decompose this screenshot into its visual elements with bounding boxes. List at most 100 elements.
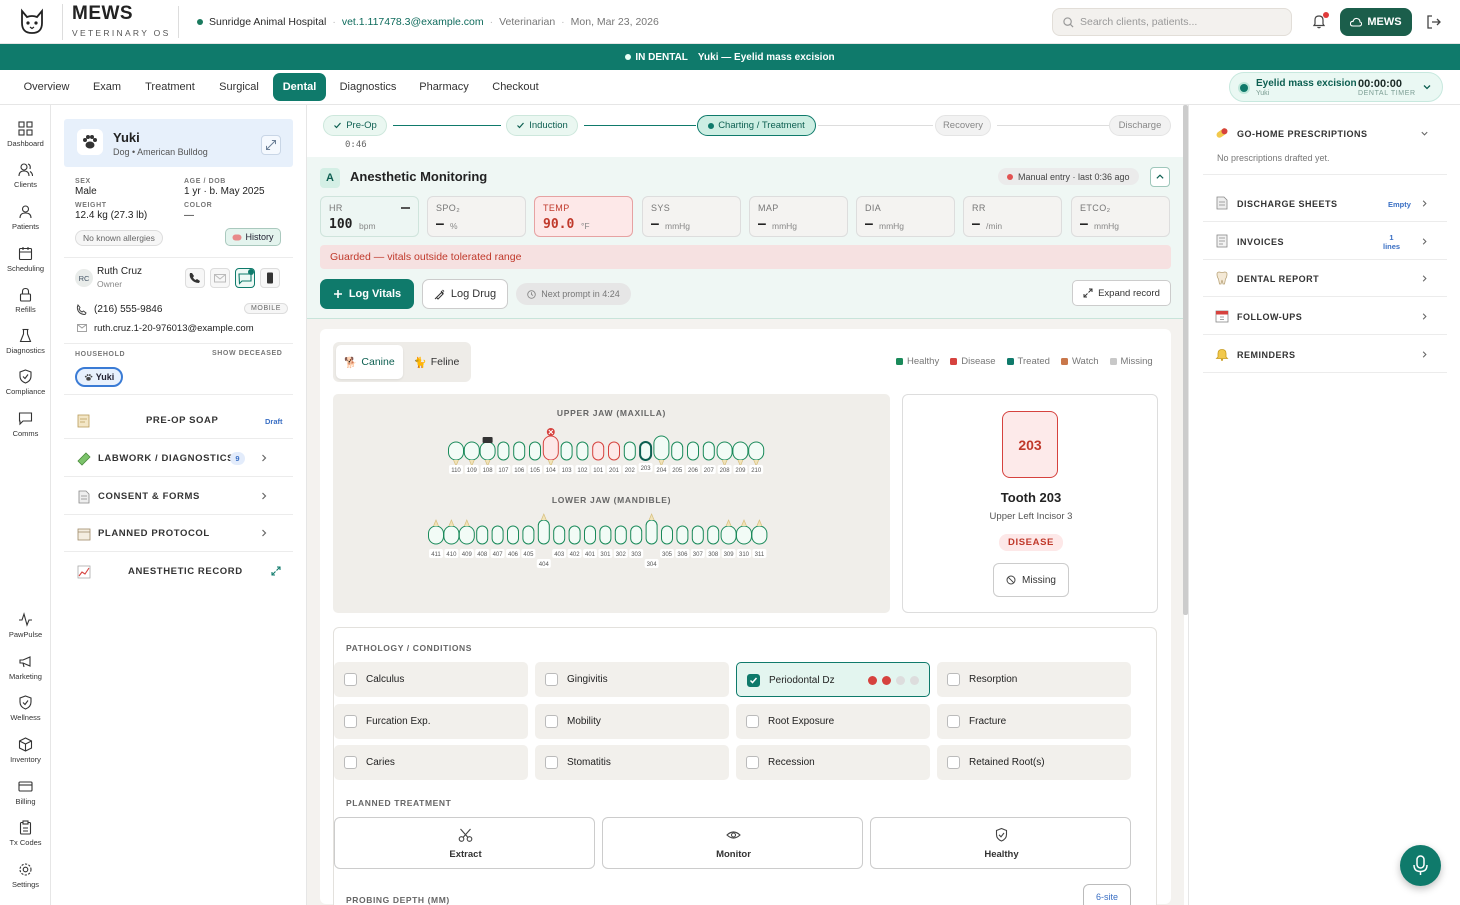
history-button[interactable]: History xyxy=(225,228,281,246)
vital-temp[interactable]: TEMP 90.0 °F xyxy=(534,196,633,237)
step-discharge[interactable]: Discharge xyxy=(1109,115,1171,136)
tooth-109[interactable]: 109 xyxy=(463,441,480,474)
vital-rr[interactable]: RR — /min xyxy=(963,196,1062,237)
section-consent[interactable]: CONSENT & FORMS xyxy=(64,478,293,515)
tooth-407[interactable]: 407 xyxy=(490,525,505,558)
tooth-102[interactable]: 102 xyxy=(575,441,590,474)
nav-wellness[interactable]: Wellness xyxy=(0,695,51,722)
pathology-option[interactable]: Stomatitis xyxy=(535,745,729,780)
tooth-107[interactable]: 107 xyxy=(496,441,511,474)
tooth-411[interactable]: 411 xyxy=(428,519,444,558)
tooth-crown[interactable] xyxy=(676,525,689,545)
tooth-404[interactable]: 404 xyxy=(536,513,551,568)
tooth-108[interactable]: 108 xyxy=(479,437,496,474)
treatment-monitor[interactable]: Monitor xyxy=(602,817,863,869)
nav-clients[interactable]: Clients xyxy=(0,162,51,189)
nav-refills[interactable]: Refills xyxy=(0,287,51,314)
hospital-name[interactable]: Sunridge Animal Hospital xyxy=(209,16,326,28)
tooth-crown[interactable] xyxy=(584,525,596,545)
tooth-crown[interactable] xyxy=(479,441,496,461)
section-planned-protocol[interactable]: PLANNED PROTOCOL xyxy=(64,515,293,552)
tooth-crown[interactable] xyxy=(428,525,444,545)
tooth-crown[interactable] xyxy=(630,525,643,545)
tooth-crown[interactable] xyxy=(623,441,636,461)
severity-dot[interactable] xyxy=(882,676,891,685)
tooth-crown[interactable] xyxy=(576,441,589,461)
step-induction[interactable]: Induction xyxy=(506,115,578,136)
cat-logo-icon[interactable] xyxy=(18,8,46,36)
logout-icon[interactable] xyxy=(1426,14,1442,30)
tab-checkout[interactable]: Checkout xyxy=(484,73,547,101)
log-drug-button[interactable]: Log Drug xyxy=(422,279,508,309)
pathology-option[interactable]: Periodontal Dz xyxy=(736,662,930,697)
checkbox[interactable] xyxy=(344,756,357,769)
nav-tx-codes[interactable]: Tx Codes xyxy=(0,820,51,847)
tooth-105[interactable]: 105 xyxy=(528,441,542,474)
tooth-crown[interactable] xyxy=(653,435,670,461)
treatment-healthy[interactable]: Healthy xyxy=(870,817,1131,869)
checkbox[interactable] xyxy=(344,715,357,728)
voice-input-button[interactable] xyxy=(1400,845,1441,886)
tooth-403[interactable]: 403 xyxy=(552,525,567,558)
pathology-option[interactable]: Mobility xyxy=(535,704,729,739)
checkbox[interactable] xyxy=(545,756,558,769)
owner-email[interactable]: ruth.cruz.1-20-976013@example.com xyxy=(94,323,254,334)
treatment-extract[interactable]: Extract xyxy=(334,817,595,869)
tooth-crown[interactable] xyxy=(443,525,460,545)
section-reminders[interactable]: REMINDERS xyxy=(1203,336,1447,373)
severity-dot[interactable] xyxy=(896,676,905,685)
pathology-option[interactable]: Recession xyxy=(736,745,930,780)
pathology-option[interactable]: Resorption xyxy=(937,662,1131,697)
section-discharge-sheets[interactable]: DISCHARGE SHEETS Empty xyxy=(1203,185,1447,222)
tab-overview[interactable]: Overview xyxy=(15,73,78,101)
tooth-203[interactable]: 203 xyxy=(638,441,653,472)
tooth-crown[interactable] xyxy=(707,525,720,545)
tooth-306[interactable]: 306 xyxy=(675,525,690,558)
nav-dashboard[interactable]: Dashboard xyxy=(0,121,51,148)
patient-card[interactable]: Yuki Dog • American Bulldog xyxy=(64,119,293,167)
tooth-208[interactable]: 208 xyxy=(716,441,733,474)
nav-patients[interactable]: Patients xyxy=(0,204,51,231)
mobile-button[interactable] xyxy=(260,268,280,288)
checkbox[interactable] xyxy=(947,756,960,769)
tooth-crown[interactable] xyxy=(542,435,559,461)
tooth-crown[interactable] xyxy=(497,441,510,461)
user-email[interactable]: vet.1.117478.3@example.com xyxy=(342,16,484,28)
tooth-crown[interactable] xyxy=(716,441,733,461)
tab-pharmacy[interactable]: Pharmacy xyxy=(412,73,476,101)
tooth-crown[interactable] xyxy=(671,441,684,461)
notifications-button[interactable] xyxy=(1311,12,1329,31)
tooth-crown[interactable] xyxy=(608,441,620,461)
tooth-crown[interactable] xyxy=(691,525,704,545)
dental-timer[interactable]: Eyelid mass excision Yuki 00:00:00 DENTA… xyxy=(1229,72,1443,102)
nav-marketing[interactable]: Marketing xyxy=(0,654,51,681)
tab-diagnostics[interactable]: Diagnostics xyxy=(332,73,404,101)
checkbox[interactable] xyxy=(545,715,558,728)
vital-spo2[interactable]: SPO₂ — % xyxy=(427,196,526,237)
tooth-308[interactable]: 308 xyxy=(706,525,721,558)
tooth-crown[interactable] xyxy=(568,525,581,545)
vital-map[interactable]: MAP — mmHg xyxy=(749,196,848,237)
tooth-104[interactable]: 104 xyxy=(542,428,559,474)
tooth-crown[interactable] xyxy=(599,525,612,545)
owner-name[interactable]: Ruth Cruz xyxy=(97,266,142,277)
tooth-204[interactable]: 204 xyxy=(653,435,670,474)
section-anesthetic-record[interactable]: ANESTHETIC RECORD xyxy=(64,553,293,590)
chevron-up-icon[interactable] xyxy=(1150,167,1170,187)
section-labwork[interactable]: LABWORK / DIAGNOSTICS 9 xyxy=(64,440,293,477)
sms-button[interactable] xyxy=(235,268,255,288)
minus-icon[interactable] xyxy=(401,207,410,209)
tooth-106[interactable]: 106 xyxy=(512,441,527,474)
search-input[interactable]: Search clients, patients... xyxy=(1080,16,1197,28)
tooth-311[interactable]: 311 xyxy=(751,519,768,558)
mark-missing-button[interactable]: Missing xyxy=(993,563,1069,597)
step-recovery[interactable]: Recovery xyxy=(935,115,991,136)
tooth-406[interactable]: 406 xyxy=(506,525,520,558)
email-button[interactable] xyxy=(210,268,230,288)
tooth-crown[interactable] xyxy=(687,441,699,461)
tooth-crown[interactable] xyxy=(702,441,715,461)
owner-phone[interactable]: (216) 555-9846 xyxy=(94,304,162,315)
checkbox[interactable] xyxy=(746,756,759,769)
tooth-crown[interactable] xyxy=(491,525,504,545)
pathology-option[interactable]: Gingivitis xyxy=(535,662,729,697)
